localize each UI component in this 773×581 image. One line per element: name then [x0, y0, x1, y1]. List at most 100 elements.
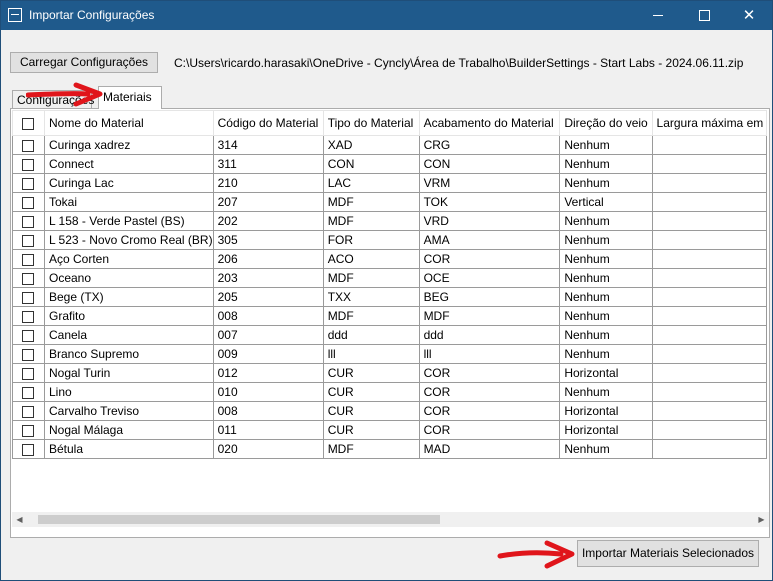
grain-direction-cell[interactable]: Nenhum [559, 154, 653, 174]
material-code-cell[interactable]: 210 [212, 173, 324, 193]
horizontal-scrollbar[interactable]: ◀ ▶ [12, 512, 769, 527]
row-checkbox[interactable] [22, 196, 35, 209]
table-row[interactable]: Tokai 207 MDF TOK Vertical [12, 192, 767, 212]
material-name-cell[interactable]: Canela [43, 325, 214, 345]
grain-direction-cell[interactable]: Horizontal [559, 420, 653, 440]
load-settings-button[interactable]: Carregar Configurações [10, 52, 158, 73]
grain-direction-cell[interactable]: Horizontal [559, 401, 653, 421]
row-checkbox[interactable] [22, 215, 35, 228]
column-header-max-width[interactable]: Largura máxima em [651, 110, 767, 136]
max-width-cell[interactable] [651, 154, 767, 174]
table-row[interactable]: L 158 - Verde Pastel (BS) 202 MDF VRD Nenhum [12, 211, 767, 231]
max-width-cell[interactable] [651, 268, 767, 288]
max-width-cell[interactable] [651, 135, 767, 155]
max-width-cell[interactable] [651, 173, 767, 193]
grain-direction-cell[interactable]: Nenhum [559, 382, 653, 402]
table-row[interactable]: Carvalho Treviso 008 CUR COR Horizontal [12, 401, 767, 421]
material-type-cell[interactable]: ddd [322, 325, 420, 345]
row-checkbox[interactable] [22, 443, 35, 456]
row-select-cell[interactable] [12, 287, 45, 307]
row-select-cell[interactable] [12, 135, 45, 155]
material-code-cell[interactable]: 203 [212, 268, 324, 288]
row-checkbox[interactable] [22, 158, 35, 171]
material-finish-cell[interactable]: MDF [418, 306, 561, 326]
scrollbar-thumb[interactable] [38, 515, 440, 524]
material-finish-cell[interactable]: AMA [418, 230, 561, 250]
column-header-grain[interactable]: Direção do veio [559, 110, 653, 136]
material-type-cell[interactable]: MDF [322, 268, 420, 288]
row-checkbox[interactable] [22, 405, 35, 418]
table-row[interactable]: Nogal Málaga 011 CUR COR Horizontal [12, 420, 767, 440]
table-row[interactable]: Bétula 020 MDF MAD Nenhum [12, 439, 767, 459]
material-finish-cell[interactable]: COR [418, 363, 561, 383]
material-name-cell[interactable]: Curinga Lac [43, 173, 214, 193]
column-header-finish[interactable]: Acabamento do Material [418, 110, 561, 136]
row-checkbox[interactable] [22, 348, 35, 361]
table-row[interactable]: Oceano 203 MDF OCE Nenhum [12, 268, 767, 288]
material-finish-cell[interactable]: TOK [418, 192, 561, 212]
material-name-cell[interactable]: Nogal Málaga [43, 420, 214, 440]
material-type-cell[interactable]: CUR [322, 382, 420, 402]
material-name-cell[interactable]: Tokai [43, 192, 214, 212]
material-finish-cell[interactable]: CRG [418, 135, 561, 155]
material-finish-cell[interactable]: MAD [418, 439, 561, 459]
row-select-cell[interactable] [12, 192, 45, 212]
max-width-cell[interactable] [651, 420, 767, 440]
max-width-cell[interactable] [651, 401, 767, 421]
material-name-cell[interactable]: Aço Corten [43, 249, 214, 269]
material-name-cell[interactable]: L 523 - Novo Cromo Real (BR) [43, 230, 214, 250]
grain-direction-cell[interactable]: Nenhum [559, 268, 653, 288]
max-width-cell[interactable] [651, 439, 767, 459]
row-checkbox[interactable] [22, 329, 35, 342]
row-select-cell[interactable] [12, 154, 45, 174]
material-type-cell[interactable]: ACO [322, 249, 420, 269]
row-checkbox[interactable] [22, 177, 35, 190]
material-type-cell[interactable]: MDF [322, 211, 420, 231]
row-select-cell[interactable] [12, 401, 45, 421]
material-name-cell[interactable]: Lino [43, 382, 214, 402]
grain-direction-cell[interactable]: Nenhum [559, 325, 653, 345]
grain-direction-cell[interactable]: Nenhum [559, 135, 653, 155]
grain-direction-cell[interactable]: Nenhum [559, 287, 653, 307]
grain-direction-cell[interactable]: Vertical [559, 192, 653, 212]
grain-direction-cell[interactable]: Horizontal [559, 363, 653, 383]
max-width-cell[interactable] [651, 249, 767, 269]
maximize-button[interactable] [681, 1, 727, 30]
select-all-header[interactable] [12, 110, 45, 136]
material-finish-cell[interactable]: COR [418, 420, 561, 440]
max-width-cell[interactable] [651, 287, 767, 307]
row-select-cell[interactable] [12, 249, 45, 269]
row-checkbox[interactable] [22, 367, 35, 380]
material-code-cell[interactable]: 202 [212, 211, 324, 231]
grain-direction-cell[interactable]: Nenhum [559, 230, 653, 250]
select-all-checkbox[interactable] [22, 117, 35, 130]
material-name-cell[interactable]: Oceano [43, 268, 214, 288]
max-width-cell[interactable] [651, 363, 767, 383]
material-code-cell[interactable]: 314 [212, 135, 324, 155]
column-header-type[interactable]: Tipo do Material [322, 110, 420, 136]
table-row[interactable]: Curinga Lac 210 LAC VRM Nenhum [12, 173, 767, 193]
material-type-cell[interactable]: lll [322, 344, 420, 364]
row-checkbox[interactable] [22, 272, 35, 285]
table-row[interactable]: L 523 - Novo Cromo Real (BR) 305 FOR AMA Nen… [12, 230, 767, 250]
max-width-cell[interactable] [651, 192, 767, 212]
material-type-cell[interactable]: LAC [322, 173, 420, 193]
table-row[interactable]: Lino 010 CUR COR Nenhum [12, 382, 767, 402]
table-row[interactable]: Aço Corten 206 ACO COR Nenhum [12, 249, 767, 269]
row-checkbox[interactable] [22, 234, 35, 247]
row-select-cell[interactable] [12, 344, 45, 364]
material-name-cell[interactable]: Branco Supremo [43, 344, 214, 364]
max-width-cell[interactable] [651, 306, 767, 326]
material-code-cell[interactable]: 206 [212, 249, 324, 269]
material-type-cell[interactable]: MDF [322, 439, 420, 459]
scroll-left-icon[interactable]: ◀ [12, 512, 27, 527]
row-select-cell[interactable] [12, 268, 45, 288]
material-finish-cell[interactable]: CON [418, 154, 561, 174]
material-code-cell[interactable]: 010 [212, 382, 324, 402]
column-header-name[interactable]: Nome do Material [43, 110, 214, 136]
column-header-code[interactable]: Código do Material [212, 110, 324, 136]
material-code-cell[interactable]: 207 [212, 192, 324, 212]
material-name-cell[interactable]: Bétula [43, 439, 214, 459]
material-type-cell[interactable]: TXX [322, 287, 420, 307]
material-name-cell[interactable]: Carvalho Treviso [43, 401, 214, 421]
